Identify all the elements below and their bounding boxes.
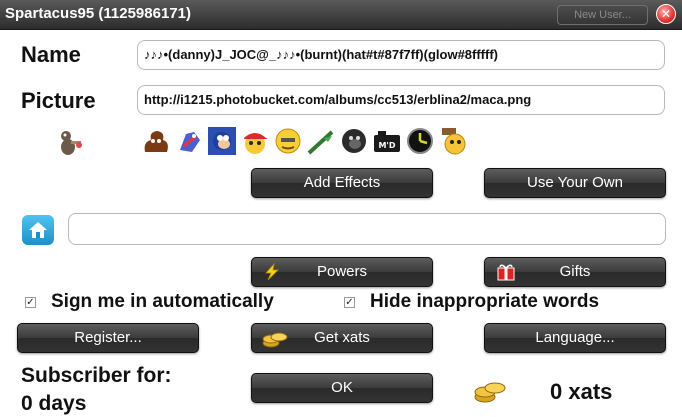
language-button[interactable]: Language... <box>484 323 666 353</box>
stick-emote-icon[interactable] <box>306 126 336 156</box>
poo-emote-icon[interactable] <box>141 126 171 156</box>
xats-coins-icon <box>474 378 506 406</box>
gifts-label: Gifts <box>559 263 591 280</box>
lightning-icon <box>262 262 282 291</box>
sign-in-auto-label: Sign me in automatically <box>51 291 274 312</box>
subscriber-label: Subscriber for: <box>21 364 172 387</box>
title-bar: Spartacus95 (1125986171) New User... ✕ <box>0 0 682 30</box>
sign-in-auto-checkbox[interactable]: ✓ <box>25 297 36 308</box>
home-icon[interactable] <box>22 215 54 245</box>
hide-words-checkbox[interactable]: ✓ <box>344 297 355 308</box>
use-your-own-button[interactable]: Use Your Own <box>484 168 666 198</box>
add-effects-button[interactable]: Add Effects <box>251 168 433 198</box>
gifts-button[interactable]: Gifts <box>484 257 666 287</box>
avatar <box>54 127 84 157</box>
subscriber-days: 0 days <box>21 392 87 415</box>
gorilla-emote-icon[interactable] <box>339 126 369 156</box>
gift-icon <box>497 263 515 291</box>
powers-button[interactable]: Powers <box>251 257 433 287</box>
homepage-field[interactable] <box>68 213 666 245</box>
hedgehog-emote-icon[interactable] <box>207 126 237 156</box>
coins-icon <box>262 329 288 359</box>
picture-field[interactable]: http://i1215.photobucket.com/albums/cc51… <box>137 85 665 115</box>
sandwich-face-emote-icon[interactable] <box>438 126 468 156</box>
close-icon[interactable]: ✕ <box>656 4 676 24</box>
powers-label: Powers <box>316 263 368 280</box>
cap-face-emote-icon[interactable] <box>240 126 270 156</box>
get-xats-label: Get xats <box>314 329 370 346</box>
ok-button[interactable]: OK <box>251 373 433 403</box>
register-button[interactable]: Register... <box>17 323 199 353</box>
camera-emote-icon[interactable]: M'D <box>372 126 402 156</box>
bird-emote-icon[interactable] <box>174 126 204 156</box>
clock-emote-icon[interactable] <box>405 126 435 156</box>
hide-words-label: Hide inappropriate words <box>370 291 600 312</box>
name-label: Name <box>21 42 81 67</box>
window-title: Spartacus95 (1125986171) <box>5 5 191 22</box>
new-user-button[interactable]: New User... <box>557 5 648 25</box>
picture-label: Picture <box>21 88 96 113</box>
svg-text:M'D: M'D <box>378 141 395 150</box>
xats-balance: 0 xats <box>550 379 613 404</box>
get-xats-button[interactable]: Get xats <box>251 323 433 353</box>
yellow-face-emote-icon[interactable] <box>273 126 303 156</box>
name-field[interactable]: ♪♪♪•(danny)J_JOC@_♪♪♪•(burnt)(hat#t#87f7… <box>137 40 665 70</box>
